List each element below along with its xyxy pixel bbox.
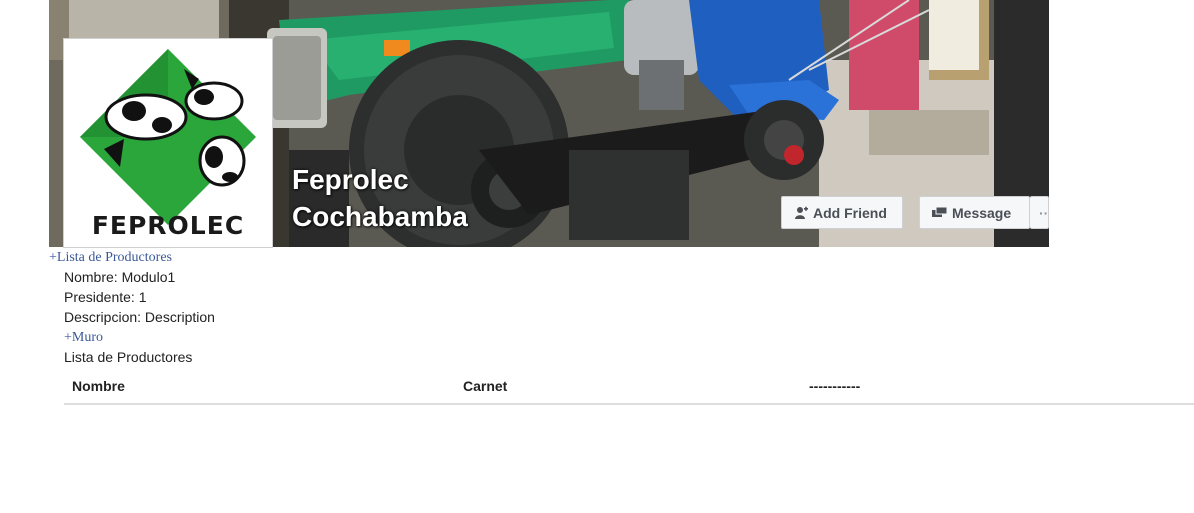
column-header-actions: -----------: [809, 378, 861, 394]
logo-text: FEPROLEC: [91, 211, 245, 240]
module-presidente: Presidente: 1: [64, 289, 147, 305]
more-options-label: ···: [1039, 204, 1049, 221]
lista-productores-link[interactable]: +Lista de Productores: [49, 250, 172, 266]
profile-picture[interactable]: FEPROLEC: [63, 38, 273, 248]
module-descripcion: Descripcion: Description: [64, 309, 215, 325]
add-friend-button[interactable]: Add Friend: [781, 196, 903, 229]
module-nombre: Nombre: Modulo1: [64, 269, 176, 285]
lista-productores-title: Lista de Productores: [64, 349, 193, 365]
profile-name-line2: Cochabamba: [292, 201, 468, 232]
add-friend-label: Add Friend: [813, 204, 887, 221]
column-header-nombre: Nombre: [72, 378, 125, 394]
chat-bubbles-icon: [932, 206, 947, 219]
message-label: Message: [952, 204, 1012, 221]
muro-link[interactable]: +Muro: [64, 330, 103, 346]
productores-table-header: Nombre Carnet -----------: [64, 374, 1194, 405]
message-button[interactable]: Message: [919, 196, 1030, 229]
profile-name-line1: Feprolec: [292, 164, 409, 195]
profile-name[interactable]: Feprolec Cochabamba: [292, 161, 468, 235]
more-options-button[interactable]: ···: [1030, 196, 1049, 229]
add-person-icon: [794, 206, 808, 220]
column-header-carnet: Carnet: [463, 378, 508, 394]
